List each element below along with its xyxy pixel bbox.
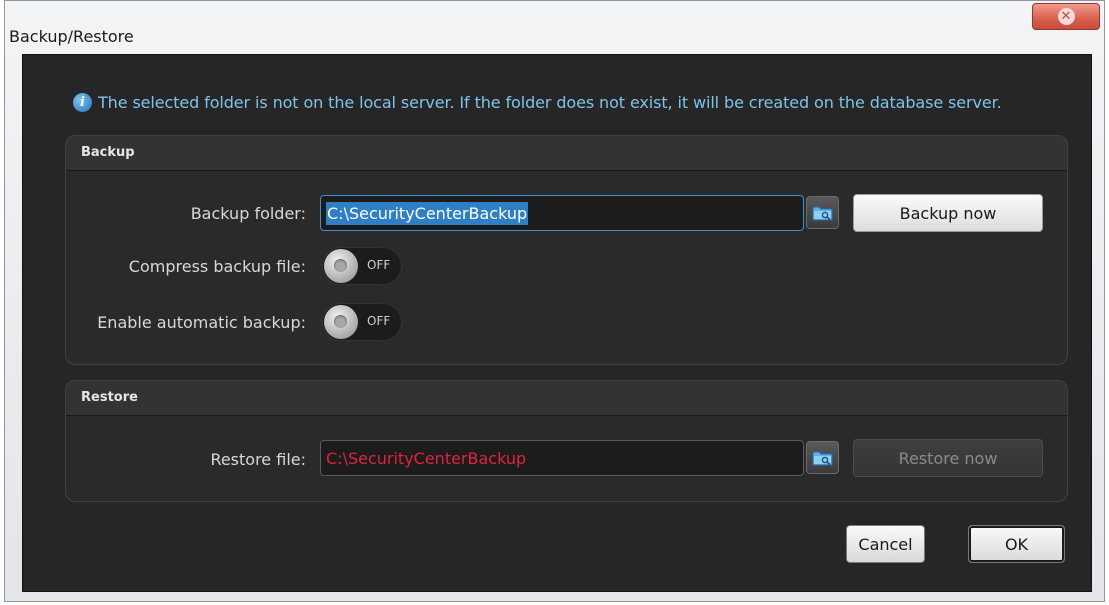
backup-browse-button[interactable] (806, 196, 839, 229)
info-icon: i (73, 93, 92, 112)
dialog-content: i The selected folder is not on the loca… (22, 54, 1092, 592)
backup-restore-window: Backup/Restore ✕ i The selected folder i… (4, 0, 1105, 602)
toggle-knob (324, 305, 358, 339)
restore-file-input[interactable]: C:\SecurityCenterBackup (320, 440, 804, 476)
compress-toggle-state: OFF (367, 258, 391, 272)
backup-group: Backup Backup folder: C:\SecurityCenterB… (65, 135, 1068, 365)
info-text: The selected folder is not on the local … (98, 93, 1002, 112)
folder-icon (812, 206, 833, 220)
backup-folder-value: C:\SecurityCenterBackup (326, 201, 529, 225)
close-icon: ✕ (1057, 8, 1075, 25)
restore-group-body: Restore file: C:\SecurityCenterBackup Re… (66, 415, 1067, 501)
auto-backup-toggle[interactable]: OFF (322, 303, 402, 341)
folder-icon (812, 451, 833, 465)
title-bar: Backup/Restore ✕ (5, 1, 1104, 51)
toggle-knob (324, 249, 358, 283)
restore-file-label: Restore file: (210, 450, 306, 469)
restore-browse-button[interactable] (806, 441, 839, 474)
auto-toggle-state: OFF (367, 314, 391, 328)
ok-button[interactable]: OK (968, 525, 1065, 563)
restore-now-button[interactable]: Restore now (853, 439, 1043, 477)
backup-folder-label: Backup folder: (190, 204, 306, 223)
window-title: Backup/Restore (9, 27, 134, 46)
backup-folder-input[interactable]: C:\SecurityCenterBackup (320, 195, 804, 231)
restore-file-value: C:\SecurityCenterBackup (326, 448, 527, 468)
restore-group-header: Restore (81, 390, 138, 405)
auto-backup-label: Enable automatic backup: (97, 313, 306, 332)
restore-group: Restore Restore file: C:\SecurityCenterB… (65, 380, 1068, 502)
compress-backup-toggle[interactable]: OFF (322, 247, 402, 285)
compress-backup-label: Compress backup file: (128, 257, 306, 276)
backup-now-button[interactable]: Backup now (853, 194, 1043, 232)
info-message: i The selected folder is not on the loca… (73, 93, 1002, 112)
close-button[interactable]: ✕ (1032, 3, 1100, 30)
backup-group-header: Backup (81, 145, 135, 160)
cancel-button[interactable]: Cancel (846, 525, 925, 563)
backup-group-body: Backup folder: C:\SecurityCenterBackup B… (66, 170, 1067, 364)
